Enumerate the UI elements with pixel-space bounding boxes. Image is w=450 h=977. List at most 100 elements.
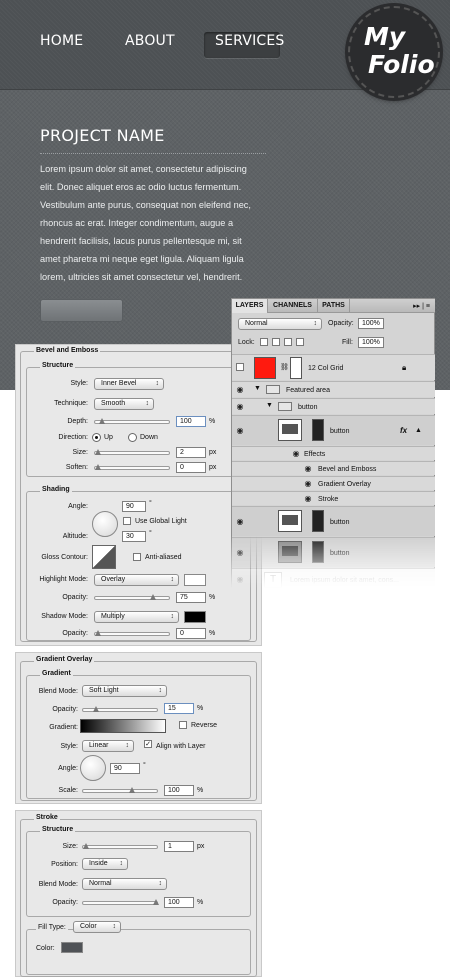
expand-arrow-icon[interactable]: ▼ [254, 385, 261, 392]
eye-icon[interactable]: ◉ [234, 574, 246, 586]
altitude-input[interactable]: 30 [122, 531, 146, 542]
soften-input[interactable]: 0 [176, 462, 206, 473]
layer-row-button-2[interactable]: ◉ button [232, 506, 436, 536]
gradient-scale-slider[interactable] [82, 787, 158, 793]
expand-arrow-icon[interactable]: ▼ [266, 402, 273, 409]
gradient-preview[interactable] [80, 719, 166, 733]
stroke-color-swatch[interactable] [61, 942, 83, 953]
nav-services[interactable]: SERVICES [215, 33, 285, 49]
tab-layers[interactable]: LAYERS [232, 299, 268, 313]
layer-opacity-input[interactable]: 100% [358, 318, 384, 329]
fill-type-select[interactable]: Color [73, 921, 121, 933]
eye-icon[interactable]: ◉ [302, 463, 314, 475]
slider-knob[interactable] [129, 787, 135, 793]
effect-row-stroke[interactable]: ◉ Stroke [232, 491, 436, 505]
slider-knob[interactable] [153, 899, 159, 905]
eye-icon[interactable]: ◉ [234, 384, 246, 396]
effect-row-gradient[interactable]: ◉ Gradient Overlay [232, 476, 436, 490]
gradient-opacity-input[interactable]: 15 [164, 703, 194, 714]
size-input[interactable]: 2 [176, 447, 206, 458]
gradient-opacity-slider[interactable] [82, 706, 158, 712]
slider-knob[interactable] [95, 449, 101, 455]
lock-image-icon[interactable] [272, 338, 280, 346]
eye-icon[interactable]: ◉ [234, 516, 246, 528]
stroke-size-input[interactable]: 1 [164, 841, 194, 852]
effects-row[interactable]: ◉ Effects [232, 446, 436, 460]
eye-icon[interactable]: ◉ [234, 547, 246, 559]
soften-slider[interactable] [94, 464, 170, 470]
lock-all-icon[interactable] [296, 338, 304, 346]
shadow-opacity-input[interactable]: 0 [176, 628, 206, 639]
slider-knob[interactable] [95, 464, 101, 470]
layer-row-featured[interactable]: ◉ ▼ Featured area [232, 381, 436, 397]
shadow-mode-label: Shadow Mode: [41, 613, 88, 620]
stroke-opacity-slider[interactable] [82, 899, 159, 905]
layer-row-grid[interactable]: ⛓ 12 Col Grid 🔒︎ [232, 354, 436, 380]
gradient-blend-select[interactable]: Soft Light [82, 685, 167, 697]
direction-down-radio[interactable] [128, 433, 137, 442]
direction-up-radio[interactable] [92, 433, 101, 442]
tab-paths[interactable]: PATHS [318, 299, 350, 313]
eye-icon[interactable]: ◉ [302, 478, 314, 490]
visibility-toggle[interactable] [236, 363, 244, 371]
global-light-checkbox[interactable] [123, 517, 131, 525]
bevel-title: Bevel and Emboss [34, 347, 101, 354]
lock-transparency-icon[interactable] [260, 338, 268, 346]
nav-home[interactable]: HOME [40, 33, 83, 49]
highlight-color-swatch[interactable] [184, 574, 206, 586]
gradient-style-select[interactable]: Linear [82, 740, 134, 752]
slider-knob[interactable] [95, 630, 101, 636]
angle-dial[interactable] [92, 511, 118, 537]
slider-knob[interactable] [93, 706, 99, 712]
gradient-angle-input[interactable]: 90 [110, 763, 140, 774]
eye-icon[interactable]: ◉ [234, 401, 246, 413]
slider-knob[interactable] [99, 418, 105, 424]
technique-select[interactable]: Smooth [94, 398, 154, 410]
shadow-mode-select[interactable]: Multiply [94, 611, 179, 623]
altitude-unit: ° [149, 530, 152, 537]
nav-about[interactable]: ABOUT [125, 33, 175, 49]
shadow-color-swatch[interactable] [184, 611, 206, 623]
stroke-blend-select[interactable]: Normal [82, 878, 167, 890]
layer-row-button-3[interactable]: ◉ button [232, 537, 436, 567]
layer-row-button-1[interactable]: ◉ button fx ▲ [232, 415, 436, 445]
eye-icon[interactable]: ◉ [290, 448, 302, 460]
gradient-scale-input[interactable]: 100 [164, 785, 194, 796]
description-line: Lorem ipsum dolor sit amet, consectetur … [40, 164, 247, 174]
gradient-angle-dial[interactable] [80, 755, 106, 781]
panel-menu-icon[interactable]: ▸▸ | ≡ [413, 302, 430, 310]
highlight-opacity-input[interactable]: 75 [176, 592, 206, 603]
logo[interactable]: My Folio [348, 6, 440, 98]
fill-input[interactable]: 100% [358, 337, 384, 348]
gloss-contour-preview[interactable] [92, 545, 116, 569]
layer-row-text[interactable]: ◉ T Lorem ipsum dolor sit amet, cons... [232, 568, 436, 590]
slider-knob[interactable] [150, 594, 156, 600]
fx-icon[interactable]: fx [400, 426, 407, 435]
collapse-arrow-icon[interactable]: ▲ [415, 427, 422, 434]
stroke-opacity-input[interactable]: 100 [164, 897, 194, 908]
reverse-checkbox[interactable] [179, 721, 187, 729]
layer-blend-select[interactable]: Normal [238, 318, 322, 330]
stroke-position-select[interactable]: Inside [82, 858, 128, 870]
shadow-opacity-slider[interactable] [94, 630, 170, 636]
highlight-opacity-unit: % [209, 594, 216, 601]
align-layer-checkbox[interactable]: ✓ [144, 740, 152, 748]
lock-position-icon[interactable] [284, 338, 292, 346]
eye-icon[interactable]: ◉ [234, 425, 246, 437]
effect-row-bevel[interactable]: ◉ Bevel and Emboss [232, 461, 436, 475]
highlight-opacity-slider[interactable] [94, 594, 170, 600]
tab-channels[interactable]: CHANNELS [268, 299, 318, 313]
slider-knob[interactable] [83, 843, 89, 849]
depth-input[interactable]: 100 [176, 416, 206, 427]
effect-name: Bevel and Emboss [318, 466, 377, 473]
eye-icon[interactable]: ◉ [302, 493, 314, 505]
stroke-size-slider[interactable] [82, 843, 158, 849]
hero-button[interactable] [40, 299, 123, 322]
layer-row-button-group[interactable]: ◉ ▼ button [232, 398, 436, 414]
size-slider[interactable] [94, 449, 170, 455]
highlight-mode-select[interactable]: Overlay [94, 574, 179, 586]
angle-input[interactable]: 90 [122, 501, 146, 512]
depth-slider[interactable] [94, 418, 170, 424]
anti-aliased-checkbox[interactable] [133, 553, 141, 561]
style-select[interactable]: Inner Bevel [94, 378, 164, 390]
